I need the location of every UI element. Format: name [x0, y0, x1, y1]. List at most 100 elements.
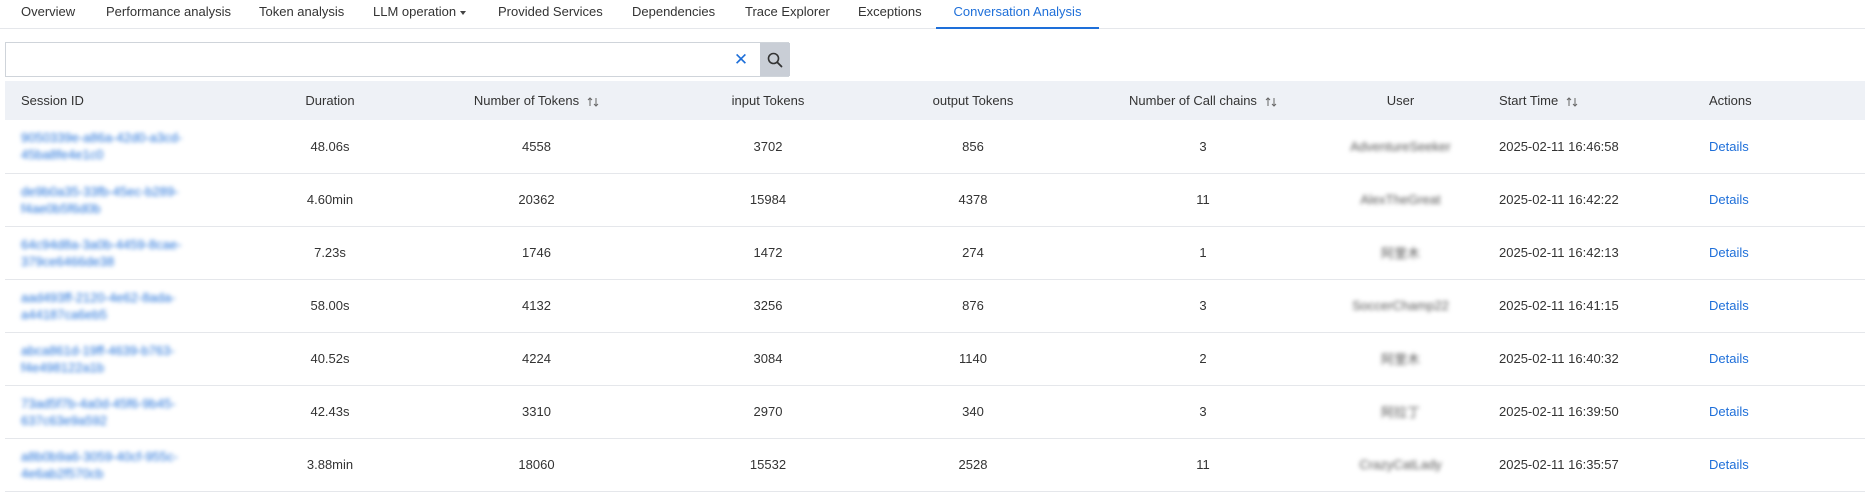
output-tokens-cell: 4378 — [958, 192, 988, 207]
tokens-cell: 4132 — [522, 298, 551, 313]
details-link[interactable]: Details — [1709, 139, 1749, 154]
table-row: abca861d-19ff-4639-b763- f4e498122a1b 40.… — [5, 332, 1865, 385]
input-tokens-cell: 15984 — [749, 192, 787, 207]
tab-performance-analysis[interactable]: Performance analysis — [106, 0, 231, 29]
details-link[interactable]: Details — [1709, 351, 1749, 366]
column-header-start-time-label: Start Time — [1499, 93, 1559, 108]
details-link[interactable]: Details — [1709, 192, 1749, 207]
start-time-cell: 2025-02-11 16:41:15 — [1499, 298, 1619, 313]
tab-overview[interactable]: Overview — [21, 0, 75, 29]
table-row: aad493ff-2120-4e62-8ada-a44187ca6eb5 58.… — [5, 279, 1865, 332]
duration-cell: 4.60min — [306, 192, 354, 207]
search-icon — [767, 52, 783, 67]
tab-dependencies[interactable]: Dependencies — [632, 0, 715, 29]
session-id-part2: 4e6ab2f570cb — [21, 465, 104, 481]
details-link[interactable]: Details — [1709, 298, 1749, 313]
call-chains-cell: 11 — [1196, 192, 1210, 207]
column-header-session-id: Session ID — [21, 93, 84, 108]
search-button[interactable] — [760, 43, 790, 76]
tokens-cell: 20362 — [518, 192, 555, 207]
session-id-link[interactable]: 73ad5f7b-4a0d-45f6-9b45- 637c63e9a592 — [21, 395, 259, 429]
column-header-number-of-tokens-label: Number of Tokens — [473, 93, 580, 108]
user-cell: SoccerChamp22 — [1352, 298, 1449, 313]
tokens-cell: 4558 — [522, 138, 551, 154]
user-cell: 阿里木 — [1380, 246, 1420, 261]
tab-provided-services[interactable]: Provided Services — [498, 0, 603, 29]
start-time-cell: 2025-02-11 16:39:50 — [1499, 404, 1619, 419]
table-row: 64c94d8a-3a0b-4459-8cae- 379ce6466de38 7.… — [5, 226, 1865, 279]
tab-exceptions[interactable]: Exceptions — [858, 0, 922, 29]
session-id-part2: a44187ca6eb5 — [21, 306, 108, 322]
tab-trace-explorer[interactable]: Trace Explorer — [745, 0, 830, 29]
output-tokens-cell: 340 — [962, 404, 984, 419]
session-id-part2: 637c63e9a592 — [21, 412, 108, 428]
input-tokens-cell: 1472 — [753, 245, 783, 260]
sort-icon[interactable] — [587, 96, 599, 108]
session-id-link[interactable]: a8b0b9a6-3059-40cf-955c- 4e6ab2f570cb — [21, 448, 259, 482]
output-tokens-cell: 2528 — [958, 457, 988, 472]
call-chains-cell: 2 — [1199, 351, 1207, 366]
call-chains-cell: 3 — [1199, 404, 1207, 419]
session-id-part1: aad493ff-2120-4e62-8ada- — [21, 289, 176, 305]
sort-icon[interactable] — [1265, 96, 1277, 108]
search-input[interactable] — [6, 43, 746, 76]
column-header-user: User — [1386, 93, 1415, 108]
user-cell: AlexTheGreat — [1360, 192, 1441, 207]
session-id-part1: abca861d-19ff-4639-b763- — [21, 342, 175, 358]
column-header-call-chains-label: Number of Call chains — [1129, 93, 1257, 108]
duration-cell: 42.43s — [310, 404, 350, 419]
session-id-link[interactable]: 9050339e-a86a-42d0-a3cd- 45ba8fe4e1c0 — [21, 129, 259, 163]
column-header-output-tokens: output Tokens — [932, 93, 1014, 108]
column-header-actions: Actions — [1709, 93, 1752, 108]
column-header-duration: Duration — [305, 93, 355, 108]
session-id-part1: 64c94d8a-3a0b-4459-8cae- — [21, 236, 182, 252]
tokens-cell: 1746 — [522, 245, 551, 260]
session-id-link[interactable]: de9b0a35-33fb-45ec-b289- f4ae0b5f6d0b — [21, 183, 259, 217]
details-link[interactable]: Details — [1709, 245, 1749, 260]
input-tokens-cell: 2970 — [753, 404, 783, 419]
clear-icon[interactable]: ✕ — [726, 43, 756, 76]
column-header-number-of-tokens[interactable]: Number of Tokens — [395, 81, 678, 120]
tab-bar: Overview Performance analysis Token anal… — [0, 0, 1865, 29]
search-box: ✕ — [5, 42, 790, 77]
details-link[interactable]: Details — [1709, 457, 1749, 472]
start-time-cell: 2025-02-11 16:35:57 — [1499, 457, 1619, 472]
session-id-link[interactable]: 64c94d8a-3a0b-4459-8cae- 379ce6466de38 — [21, 236, 259, 270]
session-id-link[interactable]: aad493ff-2120-4e62-8ada-a44187ca6eb5 — [21, 289, 259, 323]
table-row: 9050339e-a86a-42d0-a3cd- 45ba8fe4e1c0 48.… — [5, 120, 1865, 173]
session-id-part1: de9b0a35-33fb-45ec-b289- — [21, 183, 179, 199]
table-row: de9b0a35-33fb-45ec-b289- f4ae0b5f6d0b 4.6… — [5, 173, 1865, 226]
output-tokens-cell: 876 — [962, 298, 984, 313]
column-header-start-time[interactable]: Start Time — [1483, 81, 1693, 120]
tab-token-analysis[interactable]: Token analysis — [259, 0, 344, 29]
sort-icon[interactable] — [1566, 96, 1578, 108]
session-id-part2: f4ae0b5f6d0b — [21, 200, 101, 216]
tokens-cell: 18060 — [518, 457, 555, 472]
tab-llm-operation[interactable]: LLM operation — [373, 0, 467, 29]
duration-cell: 40.52s — [310, 351, 350, 366]
session-id-part1: 73ad5f7b-4a0d-45f6-9b45- — [21, 395, 176, 411]
session-id-link[interactable]: abca861d-19ff-4639-b763- f4e498122a1b — [21, 342, 259, 376]
input-tokens-cell: 3084 — [753, 351, 783, 366]
call-chains-cell: 3 — [1199, 138, 1207, 154]
column-header-call-chains[interactable]: Number of Call chains — [1088, 81, 1318, 120]
call-chains-cell: 1 — [1199, 245, 1207, 260]
user-cell: 阿里木 — [1380, 352, 1420, 367]
session-id-part1: a8b0b9a6-3059-40cf-955c- — [21, 448, 178, 464]
chevron-down-icon — [460, 10, 467, 15]
conversation-table: Session ID Duration Number of Tokens inp… — [5, 81, 1865, 492]
table-header-row: Session ID Duration Number of Tokens inp… — [5, 81, 1865, 120]
tokens-cell: 3310 — [522, 404, 551, 419]
start-time-cell: 2025-02-11 16:42:13 — [1499, 245, 1619, 260]
table-row: 73ad5f7b-4a0d-45f6-9b45- 637c63e9a592 42.… — [5, 385, 1865, 438]
output-tokens-cell: 274 — [962, 245, 984, 260]
column-header-input-tokens: input Tokens — [731, 93, 805, 108]
duration-cell: 48.06s — [310, 138, 350, 154]
start-time-cell: 2025-02-11 16:46:58 — [1499, 138, 1619, 154]
tokens-cell: 4224 — [522, 351, 551, 366]
tab-llm-operation-label: LLM operation — [373, 4, 457, 19]
output-tokens-cell: 856 — [962, 138, 984, 154]
tab-conversation-analysis[interactable]: Conversation Analysis — [936, 0, 1099, 29]
input-tokens-cell: 3256 — [753, 298, 783, 313]
details-link[interactable]: Details — [1709, 404, 1749, 419]
